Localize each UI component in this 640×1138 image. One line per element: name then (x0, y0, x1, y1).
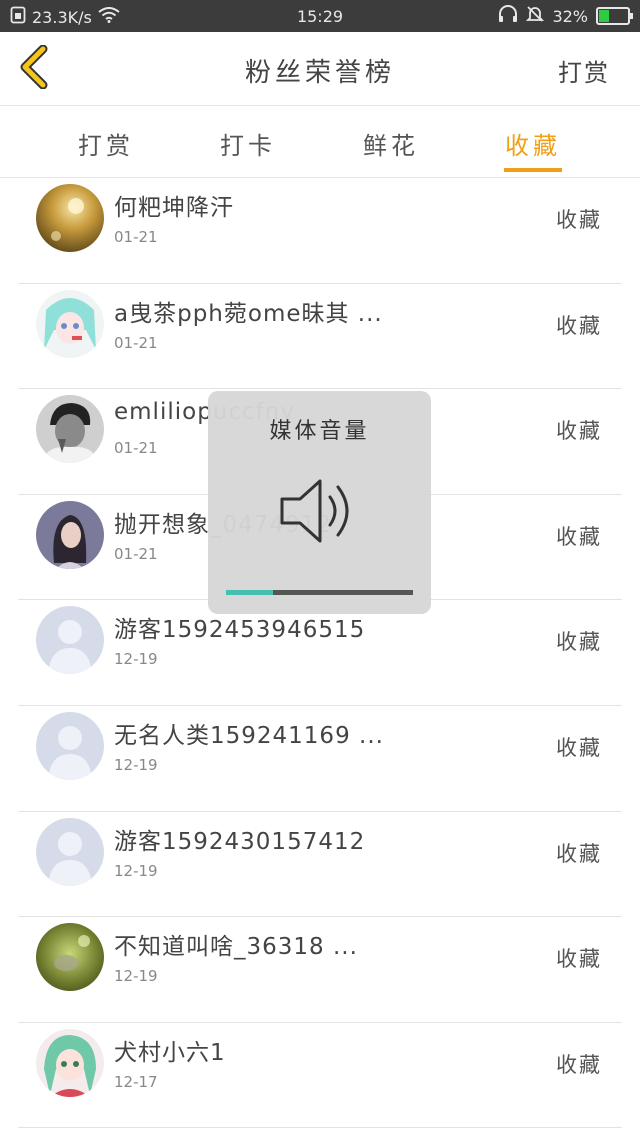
tab-favorites[interactable]: 收藏 (493, 126, 573, 161)
list-item[interactable]: 不知道叫啥_36318 ... 12-19 收藏 (18, 917, 622, 1023)
avatar (36, 500, 104, 569)
tab-bar: 打赏 打卡 鲜花 收藏 (0, 106, 640, 178)
fan-date: 01-21 (114, 228, 158, 246)
volume-fill (226, 590, 273, 595)
page-title: 粉丝荣誉榜 (244, 58, 395, 88)
favorite-label: 收藏 (556, 630, 602, 655)
avatar (36, 289, 104, 358)
list-item[interactable]: 游客1592453946515 12-19 收藏 (18, 600, 622, 706)
favorite-label: 收藏 (556, 1052, 602, 1077)
fan-name: a曳茶pph菀ome昧其 ... (114, 300, 383, 327)
favorite-label: 收藏 (556, 419, 602, 444)
app-header: 粉丝荣誉榜 打赏 (0, 32, 640, 106)
avatar (36, 184, 104, 252)
avatar (36, 1028, 104, 1097)
status-bar: 23.3K/s 15:29 32% (0, 0, 640, 32)
fan-date: 01-21 (114, 333, 158, 352)
favorite-label: 收藏 (556, 735, 602, 760)
tip-button[interactable]: 打赏 (558, 53, 610, 88)
fan-date: 01-21 (114, 544, 158, 563)
list-item[interactable]: 犬村小六1 12-17 收藏 (18, 1023, 622, 1129)
avatar (36, 711, 104, 780)
fan-date: 12-19 (114, 650, 158, 669)
fan-date: 12-19 (114, 967, 158, 986)
avatar (36, 606, 104, 675)
fan-date: 12-19 (114, 755, 158, 774)
favorite-label: 收藏 (556, 524, 602, 549)
avatar (36, 923, 104, 992)
headphones-icon (498, 5, 518, 27)
favorite-label: 收藏 (556, 208, 602, 232)
volume-slider[interactable] (226, 590, 413, 595)
fan-name: 何粑坤降汗 (114, 195, 234, 221)
battery-fill (599, 10, 609, 22)
tab-active-indicator (504, 168, 562, 172)
fan-date: 12-17 (114, 1072, 158, 1091)
list-item[interactable]: 无名人类159241169 ... 12-19 收藏 (18, 706, 622, 812)
media-volume-overlay: 媒体音量 (208, 391, 431, 614)
fan-date: 01-21 (114, 439, 158, 458)
speaker-icon (274, 463, 370, 559)
mute-bell-icon (526, 5, 545, 27)
fan-name: 犬村小六1 (114, 1039, 226, 1066)
fan-name: 游客1592453946515 (114, 617, 366, 644)
tab-flowers[interactable]: 鲜花 (351, 126, 431, 161)
favorite-label: 收藏 (556, 841, 602, 866)
fan-date: 12-19 (114, 861, 158, 880)
tab-checkin[interactable]: 打卡 (208, 126, 288, 161)
fan-list: 何粑坤降汗 01-21 收藏 a曳茶pph菀ome昧其 ... 01-21 收藏… (0, 178, 640, 1129)
fan-name: 不知道叫啥_36318 ... (114, 934, 358, 961)
fan-name: 游客1592430157412 (114, 828, 366, 855)
avatar (36, 817, 104, 886)
battery-icon (596, 7, 633, 25)
list-item[interactable]: 何粑坤降汗 01-21 收藏 (18, 178, 622, 284)
favorite-label: 收藏 (556, 313, 602, 338)
tab-tip[interactable]: 打赏 (66, 126, 146, 161)
volume-title: 媒体音量 (269, 419, 370, 444)
avatar (36, 395, 104, 464)
list-item[interactable]: a曳茶pph菀ome昧其 ... 01-21 收藏 (18, 284, 622, 390)
favorite-label: 收藏 (556, 947, 602, 972)
fan-name: 无名人类159241169 ... (114, 722, 384, 749)
battery-percent: 32% (552, 6, 588, 26)
status-right: 32% (498, 5, 633, 27)
list-item[interactable]: 游客1592430157412 12-19 收藏 (18, 812, 622, 918)
